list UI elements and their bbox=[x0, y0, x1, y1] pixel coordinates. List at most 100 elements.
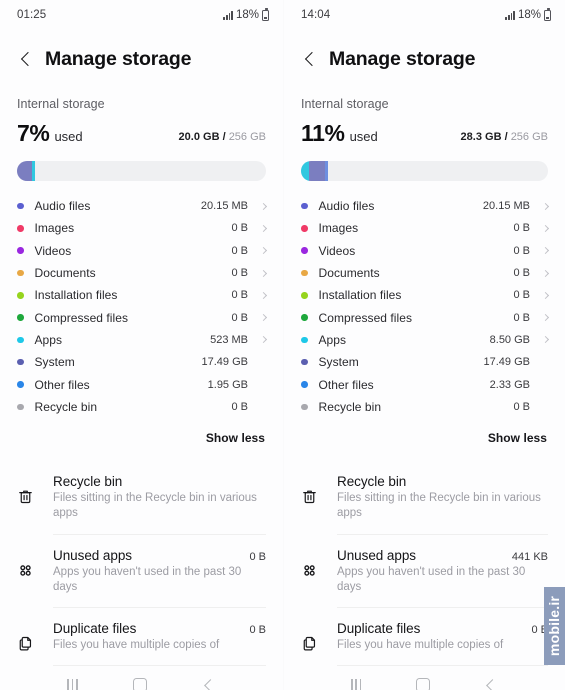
category-row-documents[interactable]: Documents 0 B bbox=[17, 262, 268, 284]
recents-icon[interactable] bbox=[67, 678, 78, 690]
category-color-dot bbox=[17, 336, 24, 344]
status-clock: 14:04 bbox=[301, 9, 331, 21]
chevron-right-icon[interactable] bbox=[255, 291, 268, 299]
category-row-other-files: Other files 2.33 GB bbox=[301, 373, 548, 395]
category-label: Installation files bbox=[318, 288, 402, 303]
chevron-right-icon[interactable] bbox=[537, 314, 550, 322]
category-label: System bbox=[318, 355, 359, 370]
home-icon[interactable] bbox=[415, 678, 430, 690]
category-row-compressed-files[interactable]: Compressed files 0 B bbox=[301, 306, 550, 328]
chevron-right-icon[interactable] bbox=[537, 202, 550, 210]
category-row-audio-files[interactable]: Audio files 20.15 MB bbox=[17, 195, 268, 217]
recents-icon[interactable] bbox=[351, 678, 362, 690]
chevron-right-icon[interactable] bbox=[537, 269, 550, 277]
tool-row-recycle-bin[interactable]: Recycle bin Files sitting in the Recycle … bbox=[17, 461, 266, 535]
category-row-images[interactable]: Images 0 B bbox=[17, 217, 268, 239]
usage-row: 7% used 20.0 GB / 256 GB bbox=[17, 120, 266, 147]
category-size: 0 B bbox=[231, 400, 248, 413]
category-list: Audio files 20.15 MB Images 0 B Videos 0 B Doc… bbox=[284, 181, 565, 418]
status-clock: 01:25 bbox=[17, 9, 47, 21]
category-size: 0 B bbox=[513, 244, 530, 257]
category-color-dot bbox=[301, 358, 308, 366]
usage-percent: 7% bbox=[17, 120, 50, 146]
category-size: 0 B bbox=[513, 289, 530, 302]
category-label: Other files bbox=[318, 377, 374, 392]
category-row-videos[interactable]: Videos 0 B bbox=[301, 240, 550, 262]
capacity-text: 28.3 GB / 256 GB bbox=[460, 131, 548, 143]
chevron-right-icon[interactable] bbox=[537, 336, 550, 344]
category-label: Audio files bbox=[318, 199, 375, 214]
category-row-other-files: Other files 1.95 GB bbox=[17, 373, 266, 395]
battery-icon bbox=[544, 8, 551, 21]
chevron-right-icon[interactable] bbox=[255, 224, 268, 232]
tool-description: Files sitting in the Recycle bin in vari… bbox=[337, 491, 541, 520]
category-label: Apps bbox=[318, 332, 347, 347]
category-row-documents[interactable]: Documents 0 B bbox=[301, 262, 550, 284]
back-icon[interactable] bbox=[484, 678, 498, 690]
category-size: 0 B bbox=[513, 311, 530, 324]
phone-screenshot-right: 14:04 18% Manage storage Internal storage 11… bbox=[283, 0, 565, 690]
category-color-dot bbox=[17, 314, 24, 321]
category-label: Compressed files bbox=[318, 310, 413, 325]
chevron-right-icon[interactable] bbox=[255, 202, 268, 210]
category-size: 0 B bbox=[231, 289, 248, 302]
back-chevron-icon[interactable] bbox=[18, 52, 34, 68]
watermark-text: mobile.ir bbox=[546, 595, 563, 657]
bar-segment-apps-cyan bbox=[32, 161, 35, 181]
back-icon[interactable] bbox=[202, 678, 216, 690]
category-row-system: System 17.49 GB bbox=[17, 351, 266, 373]
chevron-right-icon[interactable] bbox=[537, 247, 550, 255]
category-label: Compressed files bbox=[34, 310, 129, 325]
system-nav-bar bbox=[0, 666, 283, 690]
storage-progress-bar bbox=[17, 161, 266, 181]
category-label: Audio files bbox=[34, 199, 91, 214]
category-label: Other files bbox=[34, 377, 90, 392]
category-label: Documents bbox=[34, 266, 96, 281]
category-size: 0 B bbox=[513, 400, 530, 413]
status-bar: 01:25 18% bbox=[0, 0, 283, 30]
bar-segment-other-blue bbox=[325, 161, 329, 181]
chevron-right-icon[interactable] bbox=[255, 314, 268, 322]
chevron-right-icon bbox=[255, 360, 266, 365]
category-row-apps[interactable]: Apps 523 MB bbox=[17, 329, 268, 351]
category-label: Installation files bbox=[34, 288, 118, 303]
chevron-right-icon[interactable] bbox=[255, 269, 268, 277]
tool-body: Recycle bin Files sitting in the Recycle … bbox=[53, 474, 266, 535]
usage-row: 11% used 28.3 GB / 256 GB bbox=[301, 120, 548, 147]
category-row-apps[interactable]: Apps 8.50 GB bbox=[301, 329, 550, 351]
chevron-right-icon bbox=[537, 404, 548, 409]
home-icon[interactable] bbox=[132, 678, 147, 690]
tool-row-duplicate-files[interactable]: Duplicate files 0 B Files you have multipl… bbox=[301, 608, 548, 667]
tool-row-unused-apps[interactable]: Unused apps 0 B Apps you haven't used in t… bbox=[17, 535, 266, 609]
tool-title: Duplicate files bbox=[53, 621, 137, 637]
chevron-right-icon[interactable] bbox=[537, 224, 550, 232]
show-less-button[interactable]: Show less bbox=[206, 431, 265, 445]
show-less-button[interactable]: Show less bbox=[488, 431, 547, 445]
category-size: 0 B bbox=[231, 222, 248, 235]
category-row-audio-files[interactable]: Audio files 20.15 MB bbox=[301, 195, 550, 217]
category-row-videos[interactable]: Videos 0 B bbox=[17, 240, 268, 262]
category-row-installation-files[interactable]: Installation files 0 B bbox=[17, 284, 268, 306]
category-row-installation-files[interactable]: Installation files 0 B bbox=[301, 284, 550, 306]
category-row-images[interactable]: Images 0 B bbox=[301, 217, 550, 239]
tool-body: Recycle bin Files sitting in the Recycle … bbox=[337, 474, 548, 535]
internal-storage-label: Internal storage bbox=[17, 97, 105, 111]
tool-row-unused-apps[interactable]: Unused apps 441 KB Apps you haven't used i… bbox=[301, 535, 548, 609]
tool-head: Duplicate files 0 B bbox=[337, 621, 548, 636]
tool-description: Files you have multiple copies of bbox=[53, 639, 220, 652]
chevron-right-icon[interactable] bbox=[537, 291, 550, 299]
category-size: 17.49 GB bbox=[201, 356, 248, 369]
chevron-right-icon[interactable] bbox=[255, 336, 268, 344]
category-row-compressed-files[interactable]: Compressed files 0 B bbox=[17, 306, 268, 328]
category-color-dot bbox=[301, 269, 308, 277]
tool-row-recycle-bin[interactable]: Recycle bin Files sitting in the Recycle … bbox=[301, 461, 548, 535]
category-size: 0 B bbox=[231, 267, 248, 280]
signal-bars-icon bbox=[505, 10, 515, 20]
category-size: 17.49 GB bbox=[483, 356, 530, 369]
tool-row-duplicate-files[interactable]: Duplicate files 0 B Files you have multipl… bbox=[17, 608, 266, 667]
chevron-right-icon[interactable] bbox=[255, 247, 268, 255]
category-size: 0 B bbox=[231, 311, 248, 324]
tool-head: Recycle bin bbox=[337, 474, 548, 489]
back-chevron-icon[interactable] bbox=[302, 52, 318, 68]
tool-title: Unused apps bbox=[337, 547, 417, 563]
